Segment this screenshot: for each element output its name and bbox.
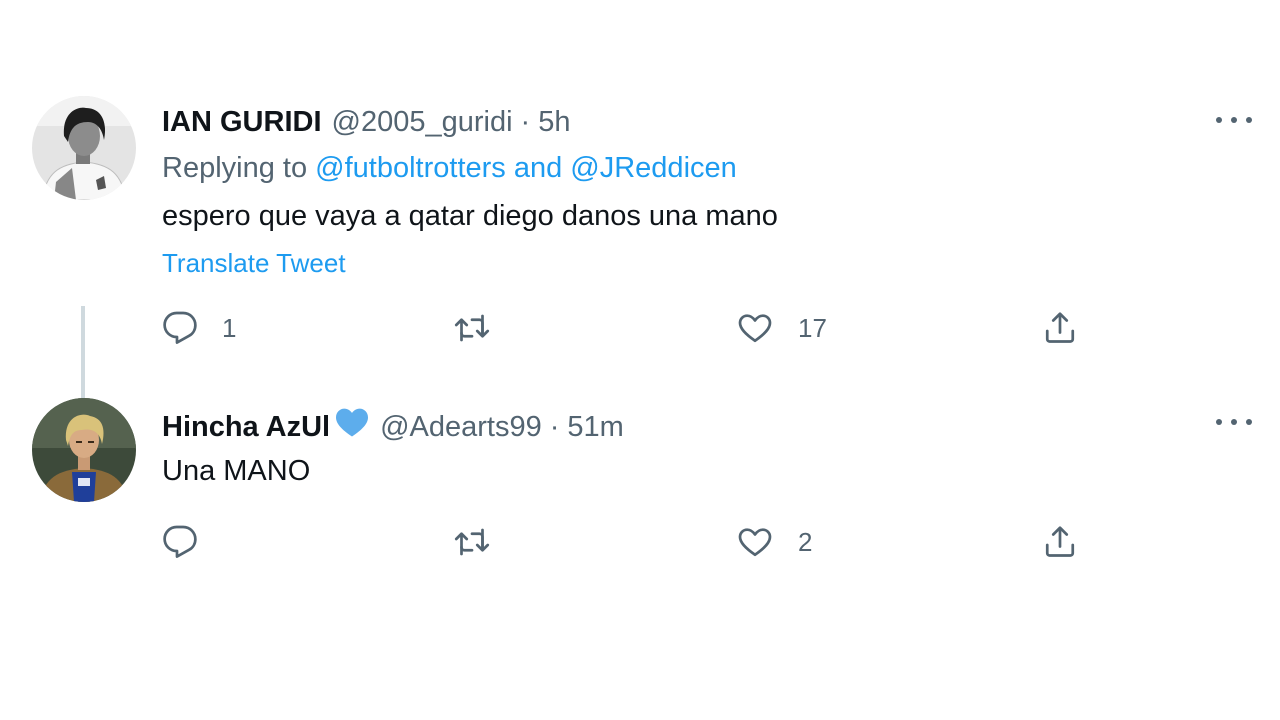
user-handle[interactable]: @2005_guridi (332, 104, 513, 140)
tweet-text: Una MANO (162, 455, 311, 487)
heart-icon (738, 314, 772, 343)
share-icon (1045, 312, 1075, 343)
retweet-button[interactable] (452, 522, 516, 562)
retweet-icon (454, 528, 490, 556)
more-icon-dot (1231, 419, 1237, 425)
more-icon-dot (1246, 117, 1252, 123)
more-options-button[interactable] (1216, 114, 1252, 126)
more-icon-dot (1231, 117, 1237, 123)
tweet-header: IAN GURIDI @2005_guridi · 5h (162, 104, 570, 140)
separator-dot: · (549, 410, 560, 443)
reply-count: 1 (222, 313, 237, 343)
share-button[interactable] (1042, 522, 1078, 562)
more-icon-dot (1246, 419, 1252, 425)
replying-and[interactable]: and (514, 152, 562, 184)
avatar[interactable] (32, 96, 136, 200)
blue-heart-emoji-icon (334, 406, 370, 447)
avatar-image (32, 398, 136, 502)
tweet-actions: 2 (0, 522, 1280, 562)
user-handle[interactable]: @Adearts99 (380, 409, 542, 445)
like-button[interactable]: 2 (736, 522, 812, 562)
tweet-header: Hincha AzUl @Adearts99 · 51m (162, 406, 624, 447)
display-name[interactable]: IAN GURIDI (162, 104, 322, 140)
tweet-text: espero que vaya a qatar diego danos una … (162, 200, 778, 232)
retweet-button[interactable] (452, 308, 516, 348)
like-button[interactable]: 17 (736, 308, 827, 348)
mention-link[interactable]: @JReddicen (570, 152, 736, 184)
timestamp[interactable]: 5h (538, 104, 570, 140)
reply-icon (163, 311, 197, 344)
reply-button[interactable] (162, 522, 222, 562)
replying-to: Replying to @futboltrotters and @JReddic… (162, 150, 737, 186)
display-name[interactable]: Hincha AzUl (162, 409, 330, 445)
heart-icon (738, 528, 772, 557)
reply-icon (163, 525, 197, 558)
more-icon-dot (1216, 117, 1222, 123)
retweet-icon (454, 314, 490, 342)
like-count: 17 (798, 313, 827, 343)
more-options-button[interactable] (1216, 416, 1252, 428)
avatar-image (32, 96, 136, 200)
tweet-thread: IAN GURIDI @2005_guridi · 5h Replying to… (0, 0, 1280, 720)
mention-link[interactable]: @futboltrotters (315, 152, 506, 184)
reply-button[interactable]: 1 (162, 308, 236, 348)
avatar[interactable] (32, 398, 136, 502)
separator-dot: · (520, 106, 531, 138)
share-icon (1045, 526, 1075, 557)
translate-tweet-link[interactable]: Translate Tweet (162, 247, 346, 279)
timestamp[interactable]: 51m (567, 409, 623, 445)
replying-prefix: Replying to (162, 152, 308, 184)
tweet-actions: 1 17 (0, 308, 1280, 348)
share-button[interactable] (1042, 308, 1078, 348)
like-count: 2 (798, 527, 813, 557)
more-icon-dot (1216, 419, 1222, 425)
